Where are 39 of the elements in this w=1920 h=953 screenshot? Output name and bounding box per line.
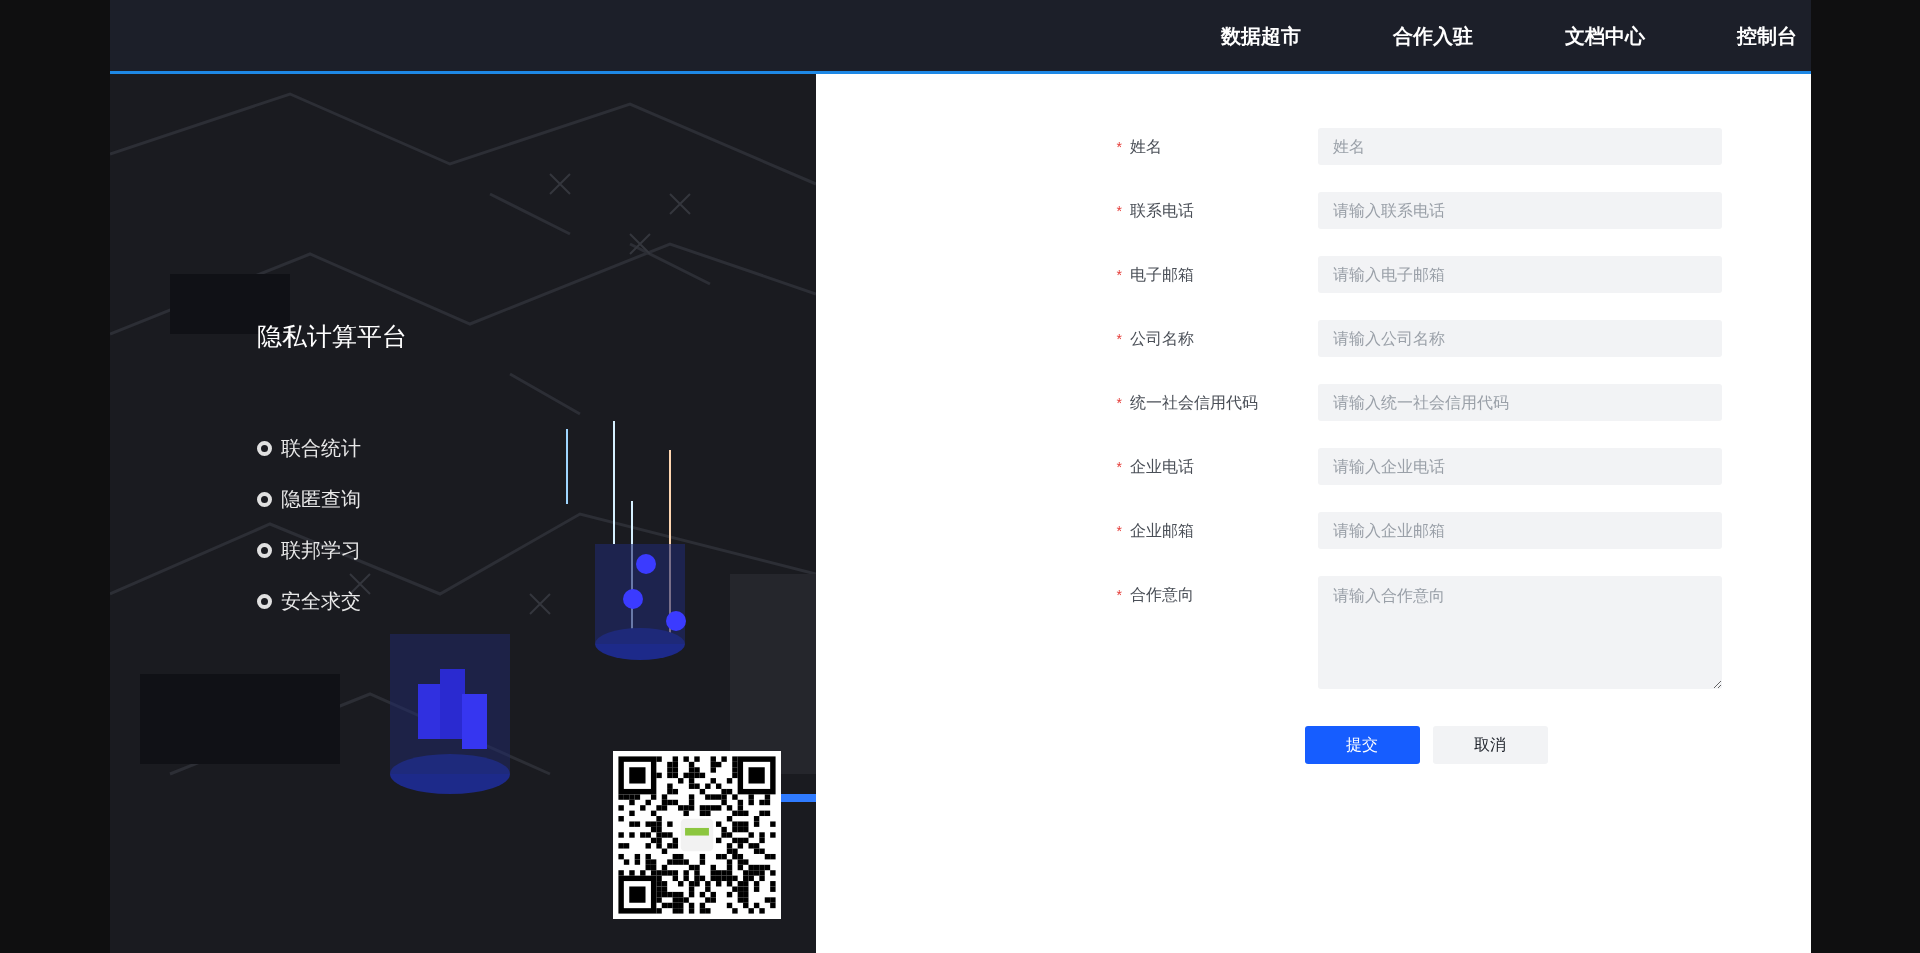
field-label: 联系电话 (1129, 200, 1194, 221)
nav-link[interactable]: 控制台 (1736, 20, 1797, 51)
required-asterisk: * (1116, 203, 1122, 218)
submit-button[interactable]: 提交 (1304, 726, 1420, 764)
field-label: 企业电话 (1129, 456, 1194, 477)
input-field[interactable]: 请输入企业电话 (1317, 448, 1722, 485)
input-field[interactable]: 请输入联系电话 (1317, 192, 1722, 229)
feature-label: 隐匿查询 (280, 487, 361, 511)
bullet-ring-icon (256, 542, 272, 558)
feature-label: 安全求交 (280, 589, 361, 613)
bullet-ring-icon (256, 491, 272, 507)
platform-title: 隐私计算平台 (256, 321, 408, 351)
input-field[interactable]: 姓名 (1317, 128, 1722, 165)
field-label: 企业邮箱 (1129, 520, 1194, 541)
field-label: 统一社会信用代码 (1129, 392, 1258, 413)
bullet-ring-icon (256, 593, 272, 609)
input-field[interactable]: 请输入公司名称 (1317, 320, 1722, 357)
field-label: 姓名 (1129, 136, 1162, 157)
required-asterisk: * (1116, 459, 1122, 474)
input-field[interactable]: 请输入电子邮箱 (1317, 256, 1722, 293)
cancel-button[interactable]: 取消 (1432, 726, 1548, 764)
required-asterisk: * (1116, 139, 1122, 154)
required-asterisk: * (1116, 523, 1122, 538)
feature-label: 联合统计 (280, 436, 361, 460)
input-field[interactable]: 请输入企业邮箱 (1317, 512, 1722, 549)
bullet-ring-icon (256, 440, 272, 456)
nav-link[interactable]: 合作入驻 (1392, 20, 1473, 51)
required-asterisk: * (1116, 331, 1122, 346)
input-field[interactable]: 请输入统一社会信用代码 (1317, 384, 1722, 421)
text-area[interactable]: 请输入合作意向 (1317, 576, 1722, 689)
field-label: 合作意向 (1129, 584, 1194, 605)
field-label: 电子邮箱 (1129, 264, 1194, 285)
required-asterisk: * (1116, 395, 1122, 410)
required-asterisk: * (1116, 587, 1122, 602)
field-label: 公司名称 (1129, 328, 1194, 349)
required-asterisk: * (1116, 267, 1122, 282)
nav-link[interactable]: 数据超市 (1220, 20, 1301, 51)
feature-label: 联邦学习 (280, 538, 361, 562)
nav-link[interactable]: 文档中心 (1564, 20, 1645, 51)
